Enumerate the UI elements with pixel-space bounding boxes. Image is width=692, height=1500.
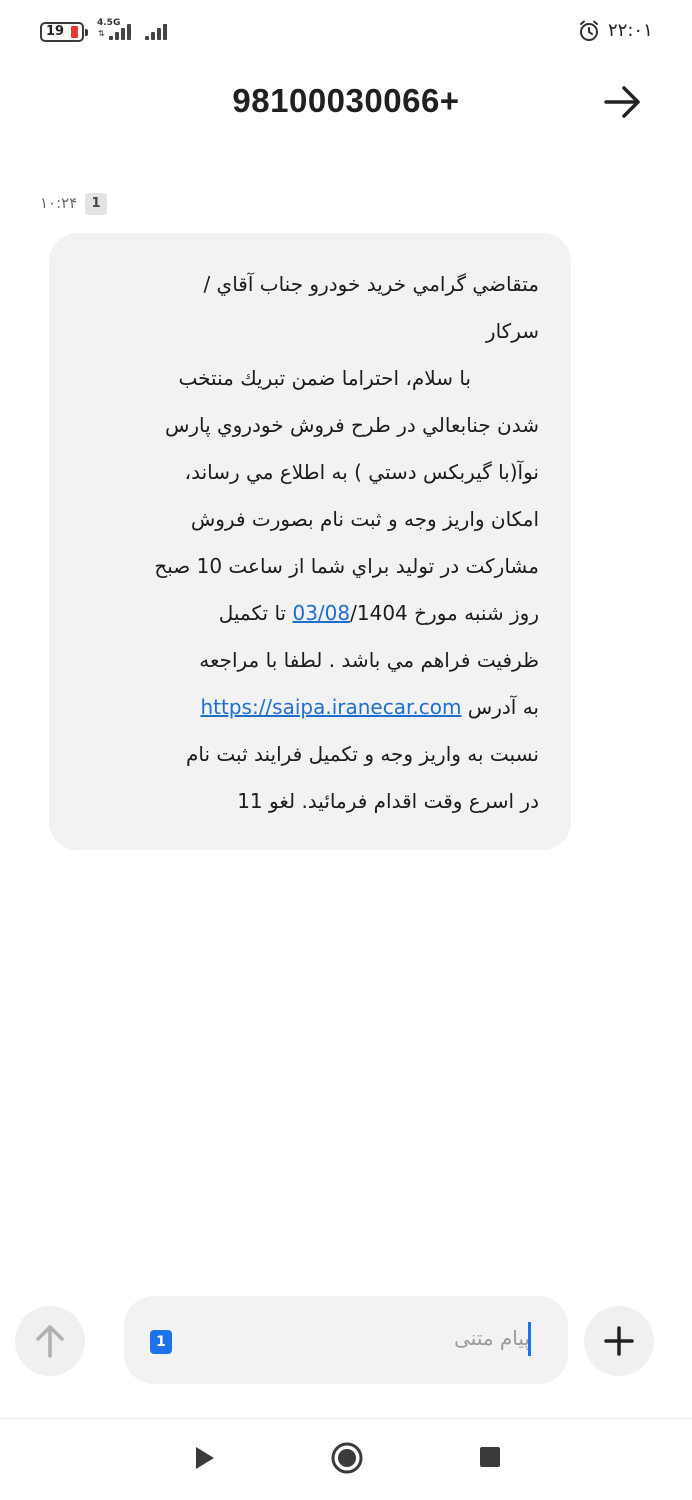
- message-line: امكان واريز وجه و ثبت نام بصورت فروش: [190, 507, 539, 531]
- message-line: مشاركت در توليد براي شما از ساعت 10 صبح: [154, 554, 539, 578]
- message-placeholder: پیام متنی: [454, 1326, 530, 1350]
- add-attachment-button[interactable]: [584, 1306, 654, 1376]
- message-line: شدن جنابعالي در طرح فروش خودروي پارس: [164, 413, 539, 437]
- message-line: سركار: [485, 319, 539, 343]
- date-prefix: روز شنبه مورخ 1404/: [350, 601, 539, 625]
- text-cursor: [528, 1322, 531, 1356]
- data-activity-icon: ⇅: [98, 29, 105, 38]
- battery-icon: 19: [40, 22, 88, 42]
- message-input[interactable]: 1 پیام متنی: [124, 1296, 568, 1384]
- arrow-right-icon[interactable]: [598, 80, 646, 124]
- sim-selector[interactable]: 1: [150, 1330, 172, 1354]
- signal-icon: [107, 22, 133, 40]
- alarm-icon: [580, 20, 598, 41]
- send-button[interactable]: [15, 1306, 85, 1376]
- message-bubble[interactable]: متقاضي گرامي خريد خودرو جناب آقاي / سركا…: [49, 233, 571, 850]
- message-line: در اسرع وقت اقدام فرمائيد. لغو 11: [237, 789, 539, 813]
- date-suffix: تا تكميل: [218, 601, 293, 625]
- contact-title: 98100030066+: [232, 82, 460, 119]
- battery-level: 19: [46, 24, 65, 39]
- nav-home-icon[interactable]: [330, 1441, 364, 1475]
- address-prefix: به آدرس: [461, 695, 539, 719]
- message-time: ۱۰:۲۴: [40, 194, 78, 212]
- message-line: نسبت به واريز وجه و تكميل فرايند ثبت نام: [186, 742, 539, 766]
- message-line: به آدرس https://saipa.iranecar.com: [83, 684, 539, 731]
- conversation-header: 98100030066+: [0, 64, 692, 144]
- nav-recents-icon[interactable]: [480, 1447, 500, 1467]
- plus-icon: [604, 1326, 634, 1356]
- message-line: نوآ(با گيربكس دستي ) به اطلاع مي رساند،: [184, 460, 539, 484]
- date-link[interactable]: 03/08: [292, 601, 350, 625]
- website-link[interactable]: https://saipa.iranecar.com: [200, 695, 461, 719]
- message-line: ظرفيت فراهم مي باشد . لطفا با مراجعه: [199, 648, 539, 672]
- message-line: با سلام، احتراما ضمن تبريك منتخب: [178, 366, 472, 390]
- arrow-up-icon: [36, 1325, 64, 1358]
- message-line: روز شنبه مورخ 1404/03/08 تا تكميل: [83, 590, 539, 637]
- status-bar: 19 4.5G ⇅ ۲۲:۰۱: [0, 0, 692, 64]
- sim-badge: 1: [85, 193, 107, 215]
- message-line: متقاضي گرامي خريد خودرو جناب آقاي /: [203, 272, 539, 296]
- signal-icon: [143, 22, 169, 40]
- status-clock: ۲۲:۰۱: [608, 20, 653, 41]
- navigation-bar: [0, 1418, 692, 1500]
- nav-back-icon[interactable]: [193, 1445, 217, 1471]
